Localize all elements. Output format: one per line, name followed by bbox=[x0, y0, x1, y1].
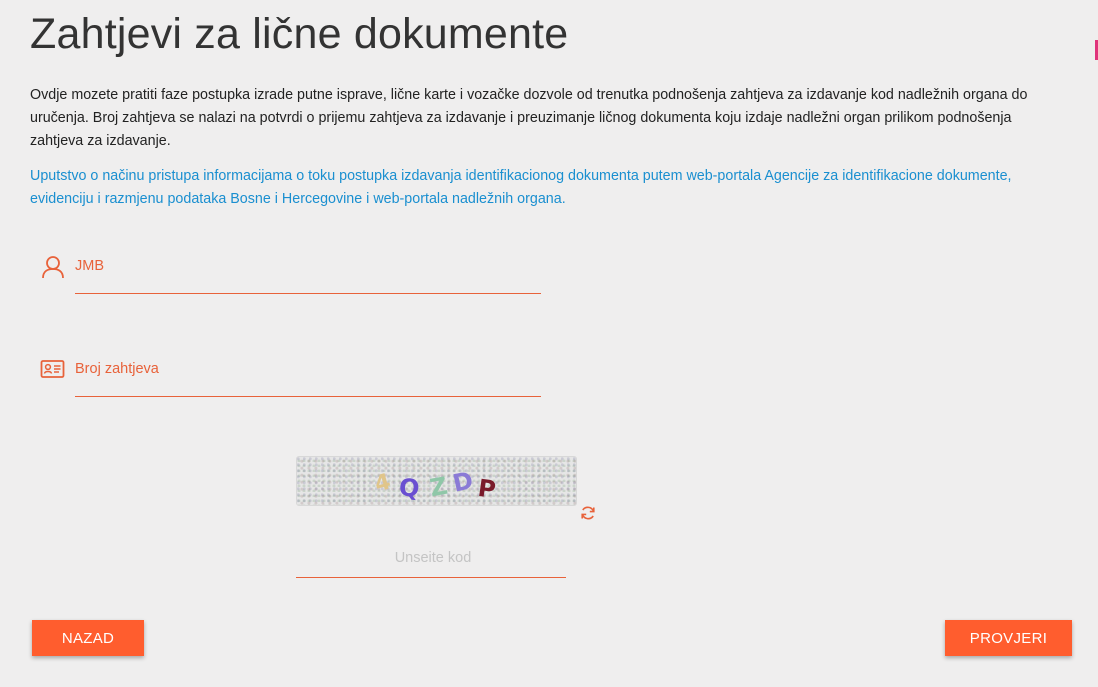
jmb-field[interactable]: JMB bbox=[40, 254, 545, 294]
intro-text: Ovdje mozete pratiti faze postupka izrad… bbox=[30, 87, 1028, 149]
captcha-char-4: D bbox=[450, 466, 476, 498]
captcha-char-1: 4 bbox=[372, 469, 394, 498]
captcha-code-field[interactable] bbox=[296, 538, 570, 578]
jmb-input[interactable] bbox=[75, 254, 545, 294]
captcha-char-3: Z bbox=[427, 471, 450, 503]
refresh-icon[interactable] bbox=[580, 505, 596, 521]
check-button[interactable]: PROVJERI bbox=[945, 620, 1072, 656]
page-title: Zahtjevi za lične dokumente bbox=[30, 10, 569, 58]
captcha-char-5: P bbox=[476, 473, 498, 505]
user-icon bbox=[42, 256, 64, 279]
request-number-underline bbox=[75, 396, 541, 397]
instructions-link[interactable]: Uputstvo o načinu pristupa informacijama… bbox=[30, 165, 1070, 211]
captcha-image: 4 Q Z D P bbox=[296, 456, 577, 506]
request-number-field[interactable]: Broj zahtjeva bbox=[40, 357, 545, 397]
id-card-icon bbox=[40, 360, 65, 378]
captcha-char-2: Q bbox=[397, 473, 421, 503]
captcha-code-underline bbox=[296, 577, 566, 578]
jmb-underline bbox=[75, 293, 541, 294]
back-button[interactable]: NAZAD bbox=[32, 620, 144, 656]
request-number-input[interactable] bbox=[75, 357, 545, 397]
captcha-code-input[interactable] bbox=[296, 538, 570, 578]
